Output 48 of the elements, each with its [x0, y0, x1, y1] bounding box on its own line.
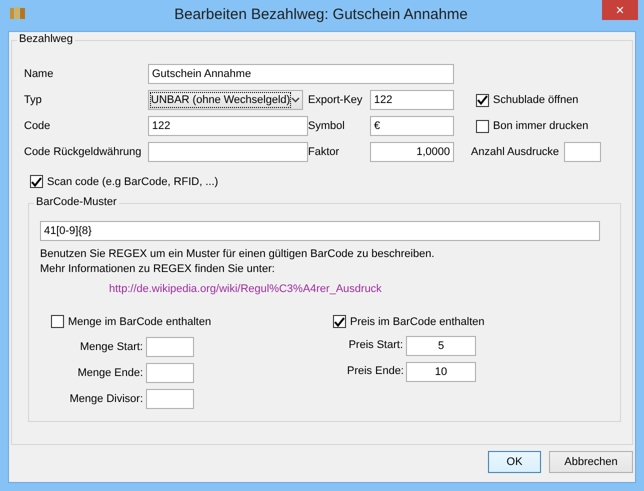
checkbox[interactable] [30, 175, 43, 188]
close-button[interactable]: ✕ [602, 0, 638, 20]
field-label: Faktor [308, 144, 340, 160]
field-label: Typ [24, 92, 43, 108]
input-field[interactable]: 10 [406, 362, 476, 382]
input-field[interactable] [146, 389, 194, 409]
checkbox[interactable] [476, 94, 489, 106]
help-text: Benutzen Sie REGEX um ein Muster für einen gültigen BarCode zu beschreiben. [40, 247, 436, 262]
field-label: Code Rückgeldwährung [24, 144, 142, 160]
help-text: Mehr Informationen zu REGEX finden Sie unter: [40, 262, 276, 277]
wiki-link[interactable]: http://de.wikipedia.org/wiki/Regul%C3%A4rer_Ausdruck [109, 283, 382, 295]
checkbox-label: Scan code (e.g BarCode, RFID, ...) [47, 176, 218, 188]
cancel-button[interactable]: Abbrechen [549, 451, 633, 473]
field-label: Anzahl Ausdrucke [471, 144, 560, 160]
pattern-field[interactable]: 41[0-9]{8} [40, 221, 600, 241]
field-label: Menge Divisor: [68, 392, 143, 406]
checkbox-label: Bon immer drucken [493, 120, 588, 132]
field-label: Code [24, 118, 52, 134]
input-field[interactable]: € [370, 116, 454, 136]
checkbox[interactable] [333, 315, 346, 328]
input-field[interactable] [564, 142, 602, 162]
type-dropdown[interactable]: UNBAR (ohne Wechselgeld) [148, 90, 303, 110]
books-icon [10, 6, 26, 18]
checkbox[interactable] [51, 315, 64, 328]
field-label: Preis Ende: [347, 364, 403, 379]
checkbox-label: Schublade öffnen [493, 94, 578, 106]
group-title: BarCode-Muster [34, 196, 119, 208]
checkbox-label: Preis im BarCode enthalten [350, 316, 485, 328]
group-title: Bezahlweg [17, 33, 75, 45]
input-field[interactable]: 5 [406, 336, 476, 356]
input-field[interactable] [146, 337, 194, 357]
input-field[interactable]: Gutschein Annahme [148, 64, 454, 84]
input-field[interactable] [146, 363, 194, 383]
input-field[interactable]: 122 [148, 116, 308, 136]
chevron-down-icon [291, 97, 300, 103]
field-label: Export-Key [308, 92, 364, 108]
field-label: Preis Start: [348, 338, 403, 353]
input-field[interactable]: 1,0000 [370, 142, 454, 162]
field-label: Menge Ende: [76, 366, 143, 380]
field-label: Menge Start: [79, 340, 143, 354]
input-field[interactable] [148, 142, 308, 162]
ok-button[interactable]: OK [488, 451, 541, 473]
field-label: Name [24, 66, 54, 82]
window-title: Bearbeiten Bezahlweg: Gutschein Annahme [173, 6, 469, 22]
input-field[interactable]: 122 [370, 90, 454, 110]
field-label: Symbol [308, 118, 346, 134]
checkbox[interactable] [476, 120, 489, 132]
checkbox-label: Menge im BarCode enthalten [68, 316, 212, 328]
